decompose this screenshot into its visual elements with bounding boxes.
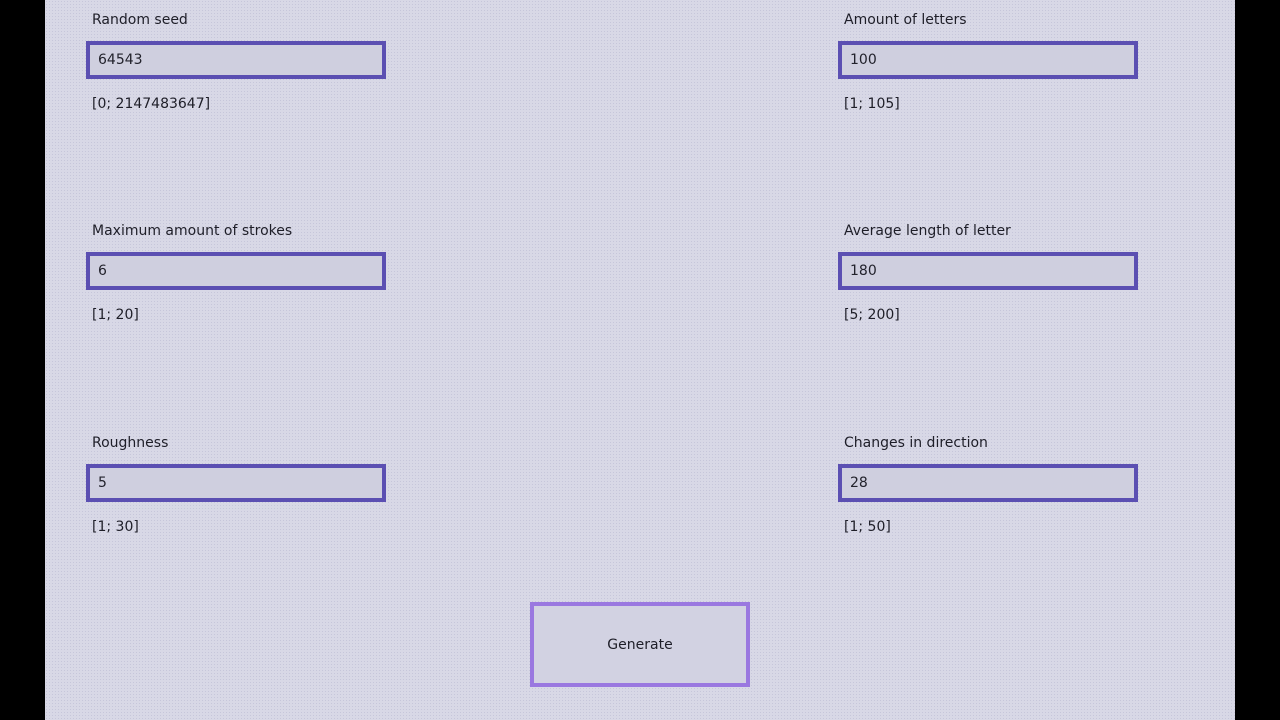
max-strokes-input[interactable] — [86, 252, 386, 290]
average-length-input[interactable] — [838, 252, 1138, 290]
random-seed-label: Random seed — [92, 12, 188, 28]
direction-changes-input[interactable] — [838, 464, 1138, 502]
generate-button[interactable]: Generate — [530, 602, 750, 687]
amount-of-letters-input[interactable] — [838, 41, 1138, 79]
generator-panel: Random seed [0; 2147483647] Amount of le… — [45, 0, 1235, 720]
amount-of-letters-range: [1; 105] — [844, 96, 900, 112]
roughness-label: Roughness — [92, 435, 169, 451]
direction-changes-label: Changes in direction — [844, 435, 988, 451]
amount-of-letters-label: Amount of letters — [844, 12, 967, 28]
random-seed-input[interactable] — [86, 41, 386, 79]
max-strokes-label: Maximum amount of strokes — [92, 223, 293, 239]
average-length-range: [5; 200] — [844, 307, 900, 323]
roughness-input[interactable] — [86, 464, 386, 502]
average-length-label: Average length of letter — [844, 223, 1011, 239]
max-strokes-range: [1; 20] — [92, 307, 139, 323]
random-seed-range: [0; 2147483647] — [92, 96, 211, 112]
roughness-range: [1; 30] — [92, 519, 139, 535]
direction-changes-range: [1; 50] — [844, 519, 891, 535]
